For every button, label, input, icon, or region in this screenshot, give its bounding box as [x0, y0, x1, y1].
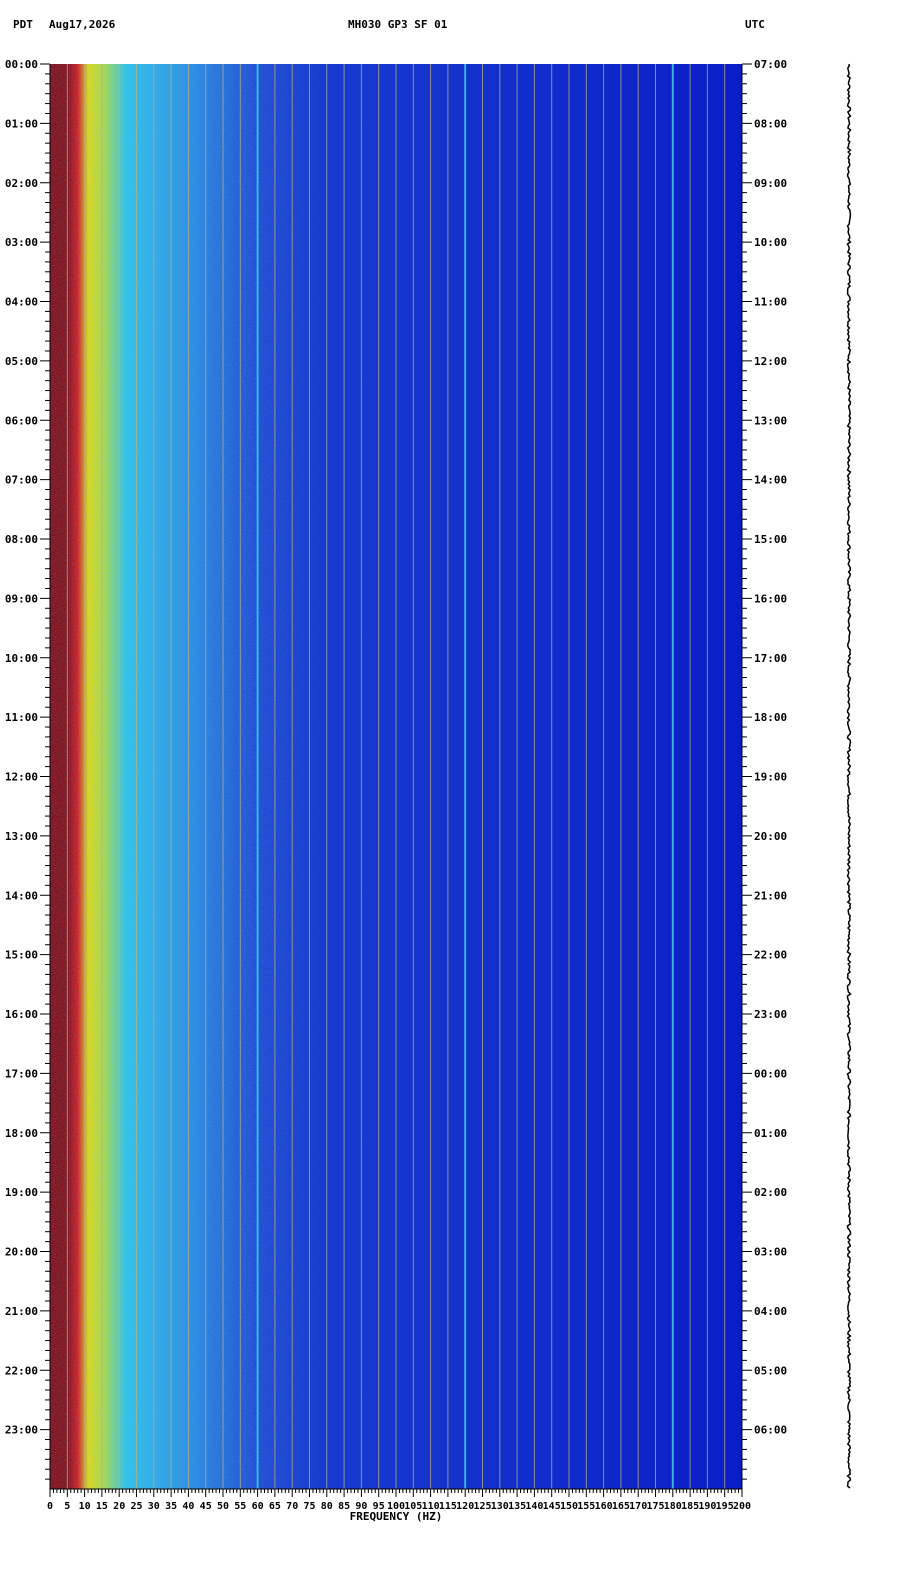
frequency-tick-label: 45 — [200, 1501, 212, 1512]
left-time-label: 03:00 — [5, 236, 38, 249]
left-time-label: 06:00 — [5, 414, 38, 427]
frequency-tick-label: 10 — [79, 1501, 91, 1512]
seismic-trace — [846, 63, 852, 1489]
frequency-tick-label: 0 — [47, 1501, 53, 1512]
right-time-axis: 07:00 08:00 09:00 10:00 11:00 12:00 13:00 14:00… — [741, 58, 787, 1489]
frequency-axis: 0 5 10 15 20 25 30 35 40 45 50 55 60 65 70 75 80 85 90 95 10… — [47, 1488, 751, 1512]
right-time-label: 13:00 — [754, 414, 787, 427]
right-time-label: 18:00 — [754, 711, 787, 724]
left-time-label: 11:00 — [5, 711, 38, 724]
frequency-tick-label: 135 — [508, 1501, 526, 1512]
left-time-label: 00:00 — [5, 58, 38, 71]
right-time-label: 02:00 — [754, 1186, 787, 1199]
left-time-label: 10:00 — [5, 652, 38, 665]
right-time-label: 16:00 — [754, 592, 787, 605]
left-time-label: 16:00 — [5, 1008, 38, 1021]
frequency-tick-label: 70 — [286, 1501, 298, 1512]
right-time-label: 05:00 — [754, 1364, 787, 1377]
left-time-label: 02:00 — [5, 177, 38, 190]
frequency-tick-label: 80 — [321, 1501, 333, 1512]
frequency-tick-label: 165 — [612, 1501, 630, 1512]
frequency-tick-label: 20 — [113, 1501, 125, 1512]
frequency-tick-label: 55 — [234, 1501, 246, 1512]
right-time-label: 12:00 — [754, 355, 787, 368]
frequency-tick-label: 35 — [165, 1501, 177, 1512]
frequency-tick-label: 120 — [456, 1501, 474, 1512]
frequency-tick-label: 30 — [148, 1501, 160, 1512]
left-time-label: 15:00 — [5, 949, 38, 962]
frequency-tick-label: 65 — [269, 1501, 281, 1512]
left-time-label: 08:00 — [5, 533, 38, 546]
right-time-label: 23:00 — [754, 1008, 787, 1021]
frequency-tick-label: 200 — [733, 1501, 751, 1512]
left-time-label: 21:00 — [5, 1305, 38, 1318]
frequency-tick-label: 150 — [560, 1501, 578, 1512]
right-time-label: 17:00 — [754, 652, 787, 665]
frequency-tick-label: 15 — [96, 1501, 108, 1512]
frequency-tick-label: 185 — [681, 1501, 699, 1512]
left-time-label: 17:00 — [5, 1067, 38, 1080]
left-time-label: 18:00 — [5, 1127, 38, 1140]
frequency-tick-label: 195 — [716, 1501, 734, 1512]
left-time-label: 14:00 — [5, 889, 38, 902]
left-time-label: 01:00 — [5, 117, 38, 130]
seismic-trace-line — [846, 63, 852, 1489]
right-time-label: 15:00 — [754, 533, 787, 546]
frequency-tick-label: 75 — [303, 1501, 315, 1512]
frequency-tick-label: 25 — [130, 1501, 142, 1512]
left-time-label: 07:00 — [5, 474, 38, 487]
right-time-label: 09:00 — [754, 177, 787, 190]
frequency-axis-label: FREQUENCY (HZ) — [350, 1510, 443, 1523]
right-time-label: 14:00 — [754, 474, 787, 487]
frequency-tick-label: 40 — [182, 1501, 194, 1512]
right-time-label: 22:00 — [754, 949, 787, 962]
left-time-label: 23:00 — [5, 1424, 38, 1437]
right-time-label: 03:00 — [754, 1246, 787, 1259]
left-time-label: 22:00 — [5, 1364, 38, 1377]
left-time-label: 04:00 — [5, 296, 38, 309]
frequency-tick-label: 175 — [646, 1501, 664, 1512]
frequency-tick-label: 5 — [64, 1501, 70, 1512]
frequency-tick-label: 125 — [473, 1501, 491, 1512]
right-time-label: 04:00 — [754, 1305, 787, 1318]
frequency-tick-label: 160 — [595, 1501, 613, 1512]
right-time-label: 08:00 — [754, 117, 787, 130]
frequency-tick-label: 170 — [629, 1501, 647, 1512]
frequency-tick-label: 190 — [698, 1501, 716, 1512]
left-time-label: 19:00 — [5, 1186, 38, 1199]
frequency-tick-label: 155 — [577, 1501, 595, 1512]
right-time-label: 07:00 — [754, 58, 787, 71]
frequency-tick-label: 140 — [525, 1501, 543, 1512]
frequency-tick-label: 60 — [252, 1501, 264, 1512]
right-time-label: 06:00 — [754, 1424, 787, 1437]
right-time-label: 19:00 — [754, 771, 787, 784]
left-time-label: 20:00 — [5, 1246, 38, 1259]
left-time-label: 12:00 — [5, 771, 38, 784]
right-time-label: 10:00 — [754, 236, 787, 249]
right-time-label: 11:00 — [754, 296, 787, 309]
left-time-label: 13:00 — [5, 830, 38, 843]
right-time-label: 21:00 — [754, 889, 787, 902]
right-time-label: 00:00 — [754, 1067, 787, 1080]
frequency-tick-label: 145 — [543, 1501, 561, 1512]
left-time-axis: 00:00 01:00 02:00 03:00 04:00 05:00 06:00 07:00… — [5, 58, 51, 1489]
frequency-tick-label: 130 — [491, 1501, 509, 1512]
frequency-tick-label: 180 — [664, 1501, 682, 1512]
frequency-tick-label: 50 — [217, 1501, 229, 1512]
right-time-label: 01:00 — [754, 1127, 787, 1140]
spectrogram-chart: 00:0001:0002:0003:0004:0005:0006:0007:00… — [5, 58, 852, 1523]
frequency-tick-label: 85 — [338, 1501, 350, 1512]
right-time-label: 20:00 — [754, 830, 787, 843]
left-time-label: 09:00 — [5, 592, 38, 605]
left-time-label: 05:00 — [5, 355, 38, 368]
